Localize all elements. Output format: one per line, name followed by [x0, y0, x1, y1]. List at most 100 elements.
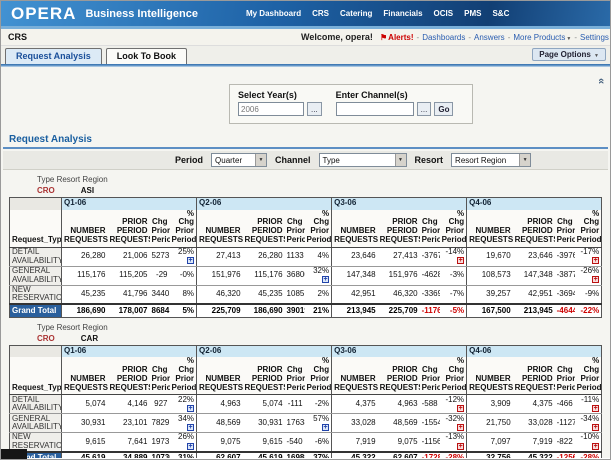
cell-pct-chg-prior-period: -34%+: [575, 414, 602, 433]
cell-prior-period-requests: 62,607: [378, 452, 420, 458]
resort-select[interactable]: Resort Region▼: [451, 153, 531, 167]
cell-prior-period-requests: 4,146: [108, 395, 150, 414]
cell-number-requests: 9,615: [62, 433, 108, 452]
column-header: % Chg Prior Period: [440, 357, 467, 395]
chevron-down-icon: ▼: [594, 53, 599, 59]
alerts-link[interactable]: ⚑Alerts!: [380, 33, 414, 42]
cell-number-requests: 39,257: [467, 285, 513, 304]
nav-pms[interactable]: PMS: [464, 9, 481, 18]
nav-ocis[interactable]: OCIS: [434, 9, 454, 18]
page-id: CRS: [8, 32, 27, 42]
cell-pct-chg-prior-period: 25%+: [170, 247, 197, 266]
year-input[interactable]: [238, 102, 304, 116]
cell-chg-prior-period: -11764: [420, 304, 440, 317]
period-select[interactable]: Quarter▼: [211, 153, 267, 167]
tab-request-analysis[interactable]: Request Analysis: [5, 48, 102, 64]
cell-pct-chg-prior-period: -13%+: [440, 433, 467, 452]
tab-look-to-book[interactable]: Look To Book: [106, 48, 187, 64]
drill-down-icon: +: [457, 443, 464, 450]
cell-number-requests: 167,500: [467, 304, 513, 317]
cell-prior-period-requests: 115,176: [243, 266, 285, 285]
cell-pct-chg-prior-period: -28%: [440, 452, 467, 458]
column-header: % Chg Prior Period: [575, 357, 602, 395]
cell-number-requests: 186,690: [62, 304, 108, 317]
quarter-band-label: Q2-06: [197, 345, 332, 357]
cell-pct-chg-prior-period: -7%: [440, 285, 467, 304]
cell-pct-chg-prior-period: 26%+: [170, 433, 197, 452]
product-name: Business Intelligence: [85, 8, 197, 20]
cell-chg-prior-period: -29: [150, 266, 170, 285]
cell-chg-prior-period: -3767: [420, 247, 440, 266]
cell-chg-prior-period: -466: [555, 395, 575, 414]
drill-up-icon: +: [187, 424, 194, 431]
drill-up-icon: +: [187, 405, 194, 412]
cell-pct-chg-prior-period: -32%+: [440, 414, 467, 433]
cell-number-requests: 48,569: [197, 414, 243, 433]
column-header: NUMBER REQUESTS: [332, 357, 378, 395]
channel-input[interactable]: [336, 102, 414, 116]
drill-down-icon: +: [592, 443, 599, 450]
channel-select[interactable]: Type▼: [319, 153, 407, 167]
quarter-band-label: Q1-06: [62, 198, 197, 210]
cell-number-requests: 33,028: [332, 414, 378, 433]
cell-prior-period-requests: 46,320: [378, 285, 420, 304]
cell-pct-chg-prior-period: -10%+: [575, 433, 602, 452]
cell-pct-chg-prior-period: -22%: [575, 304, 602, 317]
nav-financials[interactable]: Financials: [383, 9, 422, 18]
cell-pct-chg-prior-period: 4%: [305, 247, 332, 266]
channel-browse-button[interactable]: ...: [417, 102, 432, 116]
cro-value: CRO: [37, 334, 55, 343]
drill-down-icon: +: [457, 257, 464, 264]
cell-prior-period-requests: 213,945: [513, 304, 555, 317]
year-browse-button[interactable]: ...: [307, 102, 322, 116]
utility-links: ⚑Alerts! Dashboards Answers More Product…: [380, 33, 610, 42]
cell-number-requests: 147,348: [332, 266, 378, 285]
column-header: NUMBER REQUESTS: [197, 210, 243, 248]
cell-number-requests: 3,909: [467, 395, 513, 414]
cell-number-requests: 23,646: [332, 247, 378, 266]
cell-prior-period-requests: 23,101: [108, 414, 150, 433]
cell-chg-prior-period: -12566: [555, 452, 575, 458]
cell-chg-prior-period: 39019: [285, 304, 305, 317]
dashboards-link[interactable]: Dashboards: [414, 33, 466, 42]
cell-number-requests: 7,097: [467, 433, 513, 452]
column-header: NUMBER REQUESTS: [467, 357, 513, 395]
cell-chg-prior-period: 1085: [285, 285, 305, 304]
answers-link[interactable]: Answers: [465, 33, 504, 42]
channel-label: Enter Channel(s): [336, 90, 454, 100]
column-header: NUMBER REQUESTS: [467, 210, 513, 248]
cell-chg-prior-period: 3440: [150, 285, 170, 304]
cell-prior-period-requests: 45,235: [243, 285, 285, 304]
cell-chg-prior-period: -11278: [555, 414, 575, 433]
settings-link[interactable]: Settings▼: [571, 33, 610, 42]
year-prompt-group: Select Year(s) ...: [238, 90, 322, 116]
quarter-band-label: Q4-06: [467, 198, 602, 210]
nav-my-dashboard[interactable]: My Dashboard: [246, 9, 301, 18]
row-label: NEW RESERVATION: [10, 285, 62, 304]
page-options-button[interactable]: Page Options ▼: [532, 48, 606, 61]
column-header: PRIOR PERIOD REQUESTS: [108, 357, 150, 395]
drill-down-icon: +: [592, 424, 599, 431]
region-header-label: Type Resort Region: [37, 323, 610, 332]
more-products-link[interactable]: More Products▼: [505, 33, 572, 42]
cell-prior-period-requests: 48,569: [378, 414, 420, 433]
cell-pct-chg-prior-period: -12%+: [440, 395, 467, 414]
nav-catering[interactable]: Catering: [340, 9, 372, 18]
collapse-section-icon[interactable]: «: [595, 78, 607, 84]
row-label: DETAIL AVAILABILITY: [10, 395, 62, 414]
go-button[interactable]: Go: [434, 102, 453, 116]
top-banner: OPERA Business Intelligence My Dashboard…: [1, 1, 610, 29]
cell-prior-period-requests: 42,951: [513, 285, 555, 304]
cell-prior-period-requests: 30,931: [243, 414, 285, 433]
channel-prompt-group: Enter Channel(s) ... Go: [336, 90, 454, 116]
nav-crs[interactable]: CRS: [312, 9, 329, 18]
nav-sc[interactable]: S&C: [492, 9, 509, 18]
divider: [3, 147, 608, 149]
cell-prior-period-requests: 45,619: [243, 452, 285, 458]
cell-prior-period-requests: 23,646: [513, 247, 555, 266]
cell-pct-chg-prior-period: -6%: [305, 433, 332, 452]
cell-number-requests: 4,963: [197, 395, 243, 414]
column-header: PRIOR PERIOD REQUESTS: [108, 210, 150, 248]
cell-pct-chg-prior-period: 34%+: [170, 414, 197, 433]
cell-prior-period-requests: 5,074: [243, 395, 285, 414]
